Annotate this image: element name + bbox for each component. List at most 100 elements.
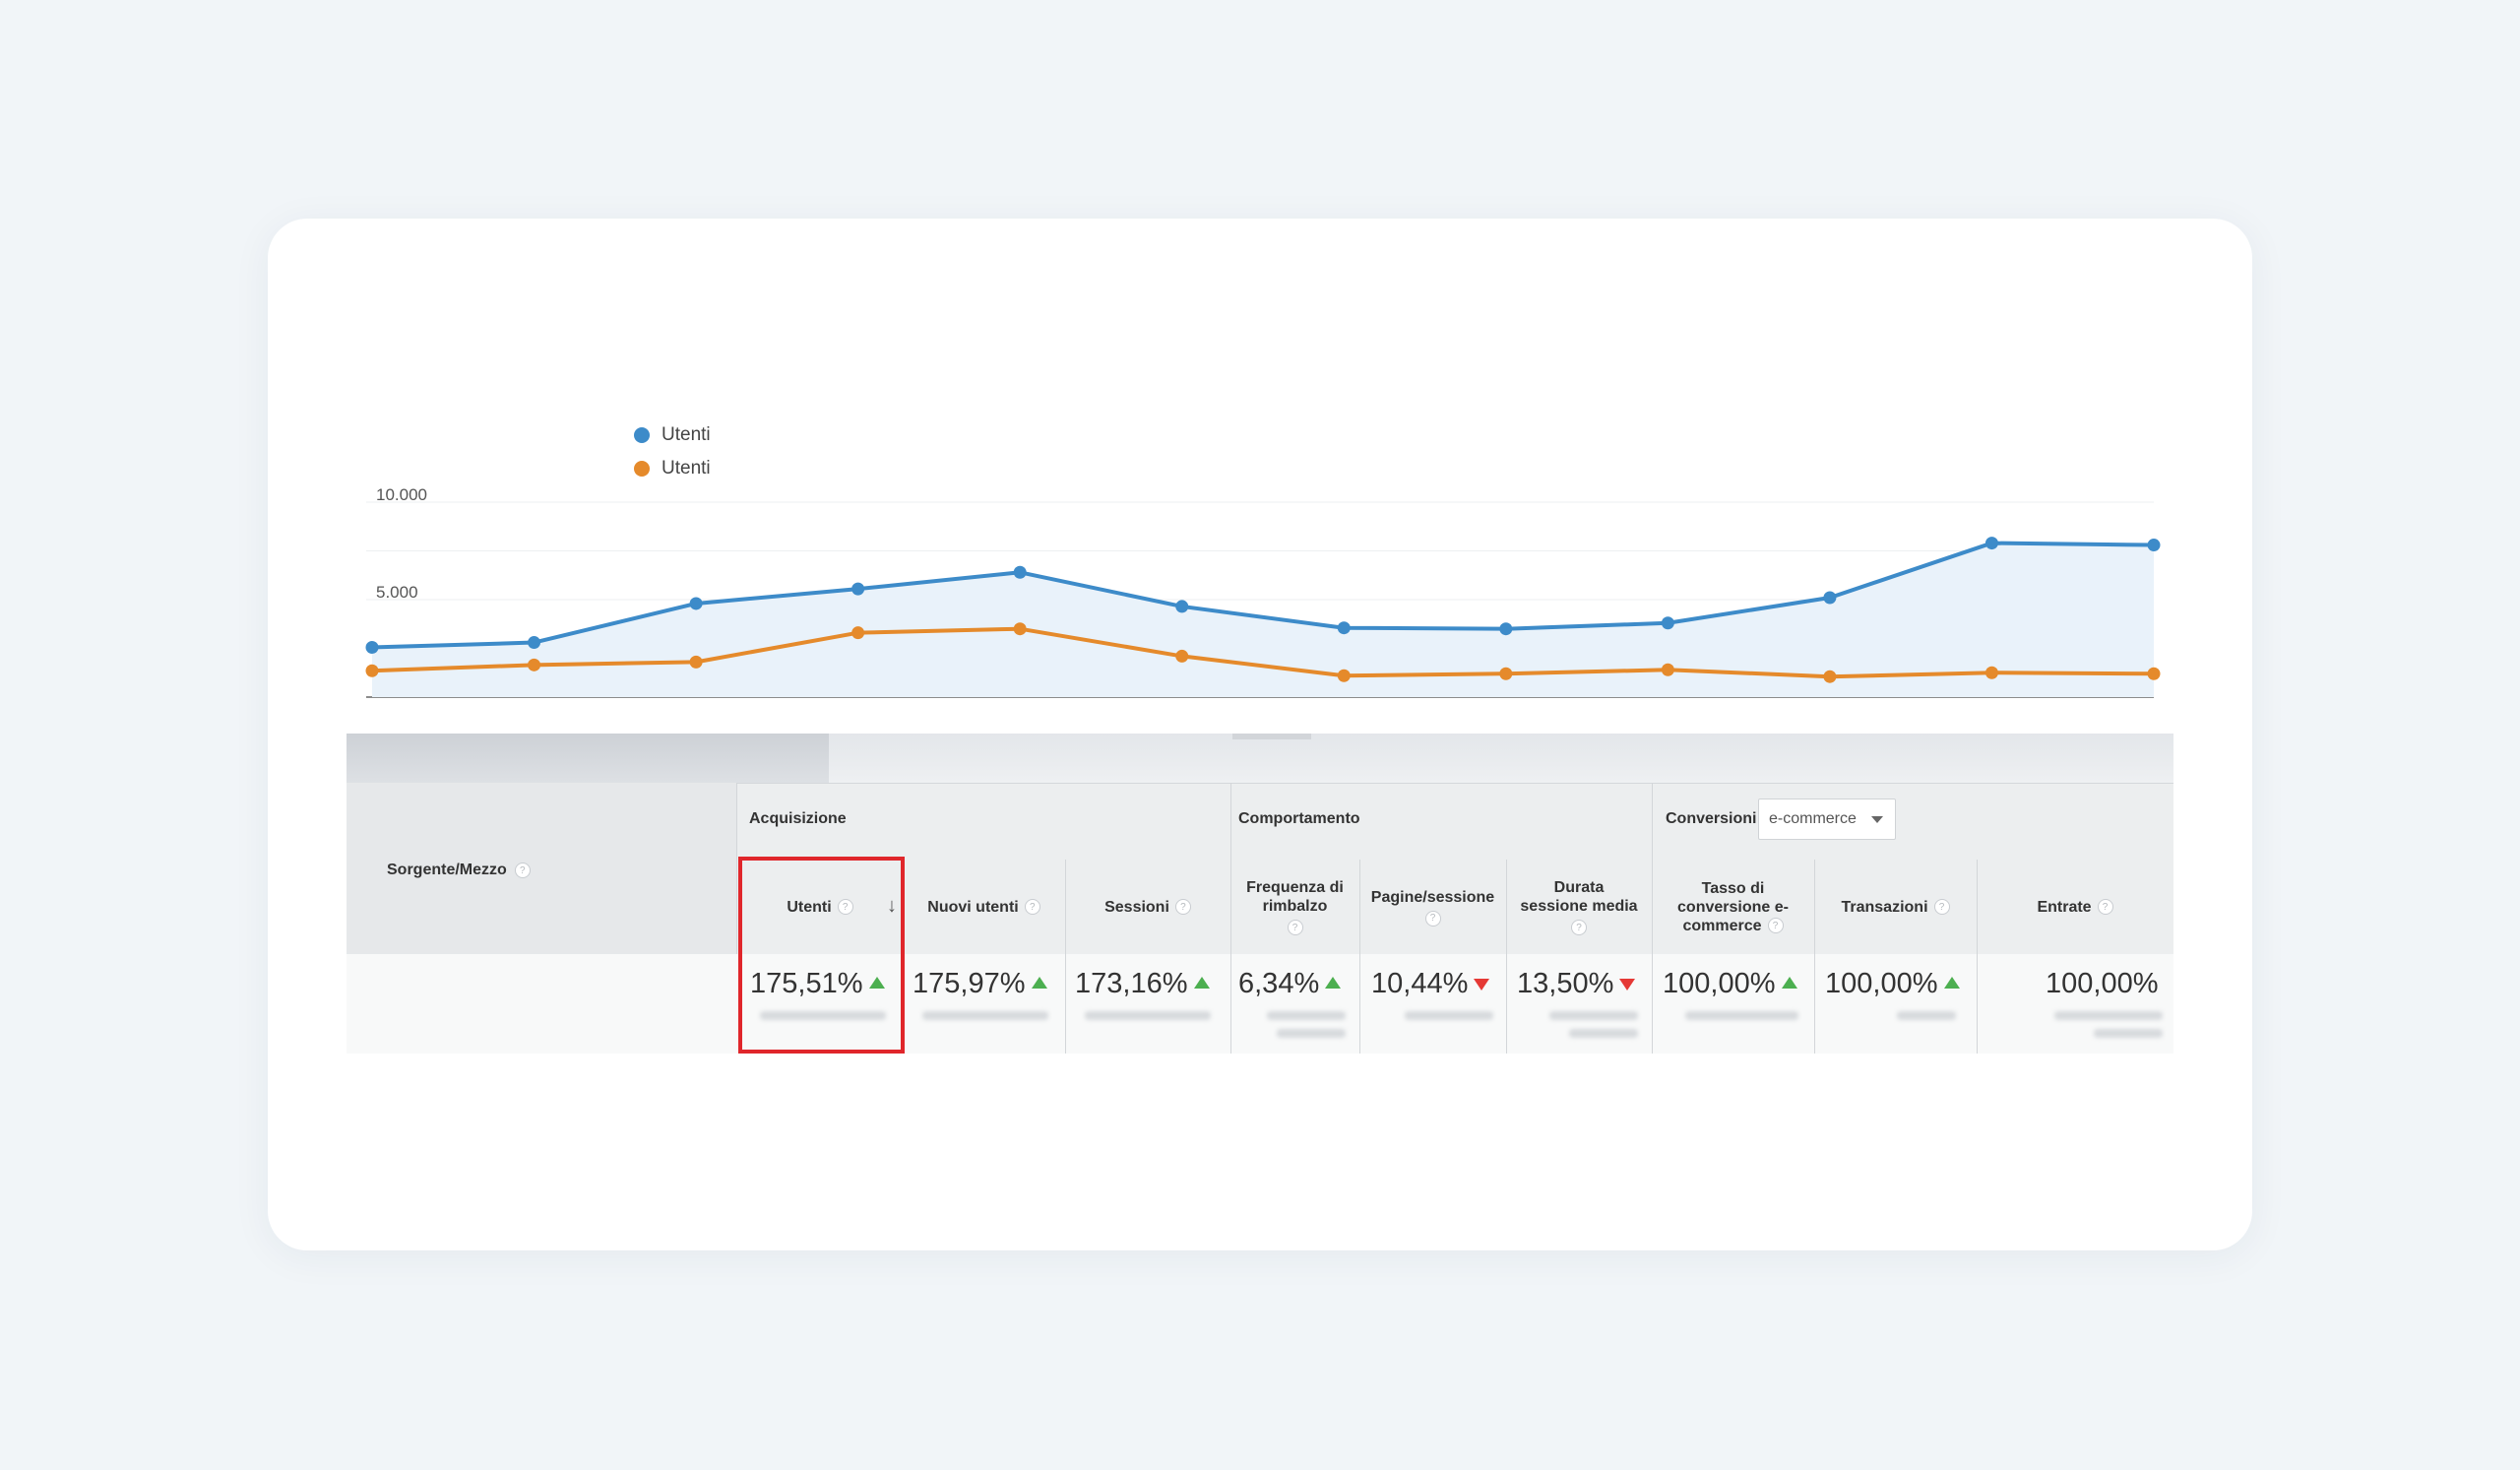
cell-value: 100,00% [1663, 967, 1776, 999]
legend-item-series-1[interactable]: Utenti [634, 418, 711, 452]
y-tick-label: 10.000 [376, 485, 427, 504]
group-behavior: Comportamento [1238, 810, 1360, 827]
column-header-conversion-rate[interactable]: Tasso di conversione e- commerce? [1652, 860, 1814, 954]
legend-label: Utenti [662, 424, 711, 445]
trend-up-icon [1193, 977, 1210, 989]
cell-value: 175,97% [913, 967, 1026, 999]
data-point [1984, 666, 1998, 679]
help-icon[interactable]: ? [1174, 899, 1191, 915]
help-icon[interactable]: ? [1287, 920, 1303, 935]
cell-value: 175,51% [750, 967, 863, 999]
group-acquisition: Acquisizione [749, 810, 847, 827]
blurred-text [1277, 1029, 1346, 1038]
data-point [365, 641, 379, 655]
chart-range-selection[interactable] [346, 734, 829, 783]
data-point [1499, 667, 1513, 680]
data-point [689, 597, 703, 610]
line-chart: 10.000 5.000 [365, 485, 2161, 698]
dimension-header[interactable]: Sorgente/Mezzo ? [387, 862, 531, 879]
chart-resize-handle[interactable] [1232, 734, 1311, 739]
cell-transactions: 100,00% [1825, 964, 1960, 1003]
sort-descending-icon[interactable]: ↓ [887, 896, 897, 916]
legend-item-series-2[interactable]: Utenti [634, 452, 711, 485]
column-header-label: Tasso di [1701, 879, 1765, 897]
data-point [1175, 649, 1189, 663]
data-point [1013, 622, 1027, 636]
data-point [528, 658, 541, 671]
trend-up-icon [1943, 977, 1960, 989]
blurred-text [1085, 1011, 1211, 1020]
cell-conversion-rate: 100,00% [1663, 964, 1797, 1003]
cell-users: 175,51% [750, 964, 885, 1003]
cell-avg-duration: 13,50% [1517, 964, 1636, 1003]
column-header-label: Frequenza di [1246, 879, 1344, 896]
conversions-type-value: e-commerce [1769, 810, 1857, 827]
data-point [2147, 667, 2161, 680]
column-header-pages-session[interactable]: Pagine/sessione ? [1359, 860, 1506, 954]
column-header-label: Utenti [787, 898, 832, 916]
column-header-new-users[interactable]: Nuovi utenti? [903, 860, 1065, 954]
blurred-text [2054, 1011, 2163, 1020]
cell-value: 100,00% [2046, 967, 2159, 999]
data-point [1984, 537, 1998, 550]
column-header-label: commerce [1682, 917, 1762, 934]
report-table: Sorgente/Mezzo ? Acquisizione Comportame… [346, 783, 2174, 1054]
legend-dot-icon [634, 427, 650, 443]
help-icon[interactable]: ? [2097, 899, 2113, 915]
trend-up-icon [1031, 977, 1047, 989]
cell-pages-session: 10,44% [1371, 964, 1490, 1003]
legend-dot-icon [634, 461, 650, 477]
cell-value: 10,44% [1371, 967, 1469, 999]
cell-value: 13,50% [1517, 967, 1614, 999]
help-icon[interactable]: ? [1933, 899, 1950, 915]
blurred-text [760, 1011, 886, 1020]
help-icon[interactable]: ? [837, 899, 853, 915]
data-point [1175, 600, 1189, 613]
y-tick-label: 5.000 [376, 583, 418, 602]
conversions-type-select[interactable]: e-commerce [1758, 799, 1896, 840]
column-header-label: Pagine/sessione [1370, 888, 1495, 906]
data-point [1661, 663, 1674, 676]
trend-up-icon [1781, 977, 1797, 989]
blurred-text [922, 1011, 1048, 1020]
data-point [1661, 616, 1674, 630]
column-header-label: sessione media [1520, 898, 1638, 915]
blurred-text [1685, 1011, 1798, 1020]
data-point [528, 636, 541, 650]
blurred-text [1549, 1011, 1638, 1020]
cell-revenue: 100,00% [2046, 964, 2159, 1003]
column-header-label: Sessioni [1104, 898, 1169, 916]
trend-up-icon [1325, 977, 1342, 989]
chart-legend: Utenti Utenti [634, 418, 711, 485]
column-header-revenue[interactable]: Entrate? [1977, 860, 2174, 954]
group-conversions: Conversioni [1666, 810, 1757, 827]
cell-new-users: 175,97% [913, 964, 1047, 1003]
data-point [1823, 591, 1837, 605]
data-point [689, 655, 703, 669]
column-header-bounce-rate[interactable]: Frequenza di rimbalzo ? [1230, 860, 1359, 954]
column-header-label: Durata [1553, 879, 1605, 896]
data-point [1013, 565, 1027, 579]
help-icon[interactable]: ? [514, 863, 531, 878]
cell-value: 6,34% [1238, 967, 1320, 999]
help-icon[interactable]: ? [1024, 899, 1040, 915]
cell-value: 100,00% [1825, 967, 1938, 999]
column-header-transactions[interactable]: Transazioni? [1814, 860, 1977, 954]
cell-sessions: 173,16% [1075, 964, 1210, 1003]
blurred-text [1267, 1011, 1346, 1020]
help-icon[interactable]: ? [1767, 918, 1784, 933]
dimension-header-cell: Sorgente/Mezzo ? [346, 783, 737, 954]
column-header-sessions[interactable]: Sessioni? [1065, 860, 1230, 954]
help-icon[interactable]: ? [1424, 910, 1441, 927]
data-point [851, 582, 865, 596]
cell-value: 173,16% [1075, 967, 1188, 999]
help-icon[interactable]: ? [1571, 920, 1587, 935]
blurred-text [2094, 1029, 2163, 1038]
data-point [1499, 622, 1513, 636]
chart-y-ticks: 10.000 5.000 [376, 485, 427, 602]
column-header-label: rimbalzo [1262, 898, 1328, 915]
data-point [851, 626, 865, 640]
column-header-users[interactable]: Utenti? ↓ [737, 860, 903, 954]
trend-down-icon [1619, 979, 1636, 991]
column-header-avg-duration[interactable]: Durata sessione media ? [1506, 860, 1652, 954]
